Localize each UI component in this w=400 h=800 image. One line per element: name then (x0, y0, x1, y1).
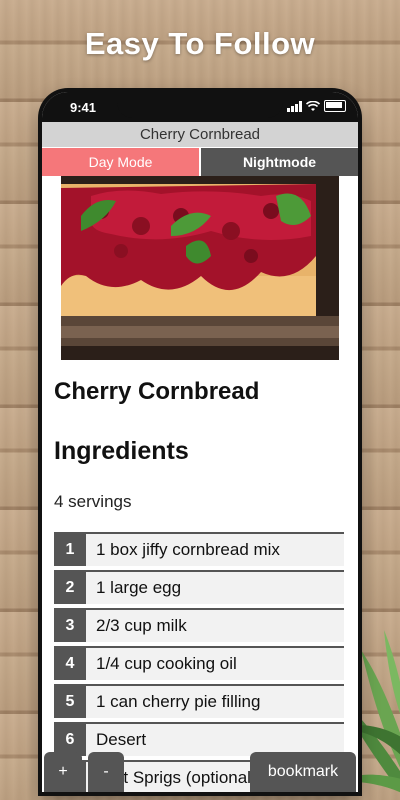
ingredient-number: 1 (54, 534, 86, 566)
ingredient-number: 4 (54, 648, 86, 680)
day-mode-button[interactable]: Day Mode (42, 148, 199, 176)
ingredient-text: 1 can cherry pie filling (96, 692, 261, 711)
ingredient-row: 5 1 can cherry pie filling (54, 684, 344, 718)
bookmark-button[interactable]: bookmark (250, 752, 356, 792)
recipe-content: Cherry Cornbread Ingredients 4 servings … (42, 360, 358, 792)
bottom-controls: + - bookmark (42, 750, 358, 792)
decrease-servings-button[interactable]: - (88, 752, 124, 792)
promo-headline: Easy To Follow (84, 26, 316, 61)
recipe-title: Cherry Cornbread (54, 378, 260, 405)
status-bar: 9:41 (42, 92, 358, 122)
ingredient-row: 2 1 large egg (54, 570, 344, 604)
signal-icon (287, 100, 302, 112)
ingredient-row: 1 1 box jiffy cornbread mix (54, 532, 344, 566)
ingredient-number: 2 (54, 572, 86, 604)
ingredient-row: 4 1/4 cup cooking oil (54, 646, 344, 680)
ingredient-text: 1 box jiffy cornbread mix (96, 540, 280, 559)
ingredients-heading: Ingredients (54, 437, 189, 465)
status-time: 9:41 (70, 100, 97, 115)
ingredient-number: 3 (54, 610, 86, 642)
ingredient-number: 5 (54, 686, 86, 718)
night-mode-button[interactable]: Nightmode (199, 148, 358, 176)
app-title: Cherry Cornbread (42, 122, 358, 147)
ingredient-text: 1/4 cup cooking oil (96, 654, 237, 673)
servings-text: 4 servings (54, 492, 132, 511)
wifi-icon (306, 100, 320, 111)
mode-toggle: Day Mode Nightmode (42, 148, 358, 176)
phone-notch (117, 92, 283, 118)
ingredient-row: 3 2/3 cup milk (54, 608, 344, 642)
recipe-photo (61, 176, 339, 360)
ingredient-text: 1 large egg (96, 578, 182, 597)
increase-servings-button[interactable]: + (44, 752, 82, 792)
phone-frame: 9:41 Cherry Cornbread Day Mode Nightmode (42, 92, 358, 792)
ingredient-text: 2/3 cup milk (96, 616, 187, 635)
battery-icon (324, 100, 346, 112)
